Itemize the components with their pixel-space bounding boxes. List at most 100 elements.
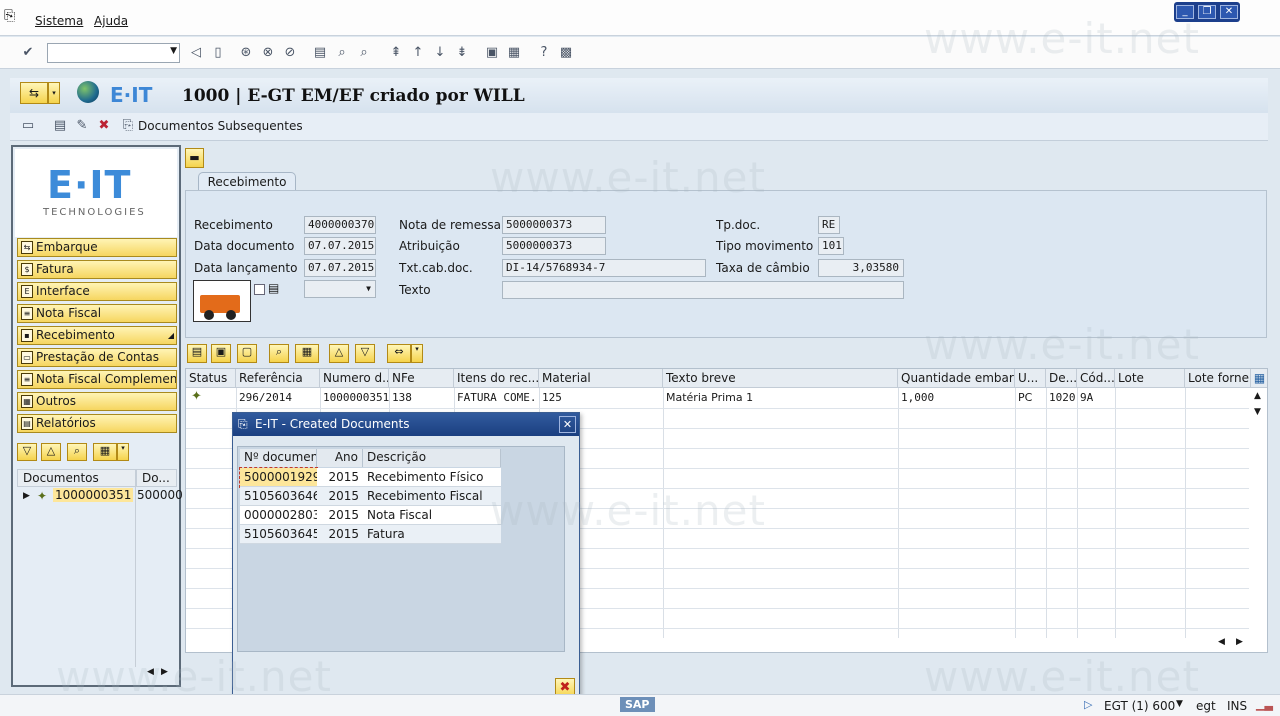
enter-icon[interactable]: ✔ xyxy=(20,45,36,61)
last-page-icon[interactable]: ⇟ xyxy=(454,45,470,61)
chevron-down-icon[interactable]: ▼ xyxy=(170,46,177,56)
shortcut-icon[interactable]: ▦ xyxy=(506,45,522,61)
menu-toggle-button[interactable]: ⇆ xyxy=(20,82,48,104)
chevron-down-icon[interactable]: ▼ xyxy=(1176,699,1183,709)
change-icon[interactable]: ✎ xyxy=(74,118,90,134)
find-tree-button[interactable]: ⌕ xyxy=(67,443,87,461)
atribuicao-field[interactable]: 5000000373 xyxy=(502,237,606,255)
restore-icon[interactable]: ❐ xyxy=(1198,5,1216,19)
overview-icon[interactable]: ▭ xyxy=(20,118,36,134)
collapse-all-button[interactable]: △ xyxy=(41,443,61,461)
texto-field[interactable] xyxy=(502,281,904,299)
command-field[interactable]: ▼ xyxy=(47,43,180,63)
scroll-left-icon[interactable]: ◀ xyxy=(1218,637,1225,647)
minimize-icon[interactable]: _ xyxy=(1176,5,1194,19)
grid-header-deposito[interactable]: De... xyxy=(1046,369,1077,388)
subsequent-docs-button[interactable]: Documentos Subsequentes xyxy=(138,119,303,133)
tree-header-documentos[interactable]: Documentos xyxy=(17,469,136,487)
table-cell-numero[interactable]: 5105603645 xyxy=(240,525,317,544)
nav-interface[interactable]: E Interface xyxy=(17,282,177,301)
cancel-icon[interactable]: ⊘ xyxy=(282,45,298,61)
printer-icon[interactable]: ▤ xyxy=(268,281,279,295)
scroll-down-icon[interactable]: ▼ xyxy=(1254,407,1261,417)
menu-ajuda[interactable]: Ajuda xyxy=(94,14,128,28)
txt-cab-field[interactable]: DI-14/5768934-7 xyxy=(502,259,706,277)
print-icon[interactable]: ▤ xyxy=(312,45,328,61)
grid-header-texto-breve[interactable]: Texto breve xyxy=(663,369,898,388)
column-width-icon[interactable]: ⇔ xyxy=(387,344,411,363)
table-cell-numero[interactable]: 0000002803 xyxy=(240,506,317,525)
tab-recebimento[interactable]: Recebimento xyxy=(198,172,296,192)
help-icon[interactable]: ? xyxy=(536,45,552,61)
prev-page-icon[interactable]: ↑ xyxy=(410,45,426,61)
find-icon[interactable]: ⌕ xyxy=(334,45,350,61)
table-cell-numero[interactable]: 5000001929 xyxy=(239,467,318,488)
status-expand-icon[interactable]: ▷ xyxy=(1084,698,1092,711)
scroll-right-icon[interactable]: ▶ xyxy=(1236,637,1243,647)
nav-nota-fiscal[interactable]: ≡ Nota Fiscal xyxy=(17,304,177,323)
menu-sistema[interactable]: Sistema xyxy=(35,14,83,28)
column-config-icon[interactable]: ▦ xyxy=(1251,369,1267,388)
display-icon[interactable]: ▤ xyxy=(52,118,68,134)
filter-icon[interactable]: ▽ xyxy=(355,344,375,363)
sum-icon[interactable]: ▦ xyxy=(295,344,319,363)
system-info[interactable]: EGT (1) 600 xyxy=(1104,699,1175,713)
grid-header-numero[interactable]: Numero d... xyxy=(320,369,389,388)
tree-expand-icon[interactable]: ▶ xyxy=(23,491,30,501)
recebimento-field[interactable]: 4000000370 xyxy=(304,216,376,234)
tp-doc-field[interactable]: RE xyxy=(818,216,840,234)
exit-icon[interactable]: ⊗ xyxy=(260,45,276,61)
tree-header-do[interactable]: Do... xyxy=(136,469,177,487)
layout-icon[interactable]: ▩ xyxy=(558,45,574,61)
grid-header-quantidade[interactable]: Quantidade embarc... xyxy=(898,369,1015,388)
select-all-icon[interactable]: ▣ xyxy=(211,344,231,363)
back-icon[interactable]: ⊛ xyxy=(238,45,254,61)
grid-header-nfe[interactable]: NFe xyxy=(389,369,454,388)
grid-header-referencia[interactable]: Referência xyxy=(236,369,320,388)
tree-doc-number[interactable]: 1000000351 xyxy=(53,488,134,502)
grid-header-lote[interactable]: Lote xyxy=(1115,369,1185,388)
find-next-icon[interactable]: ⌕ xyxy=(356,45,372,61)
tree-scroll-right-icon[interactable]: ▶ xyxy=(161,667,168,677)
nav-recebimento[interactable]: ▪ Recebimento ◢ xyxy=(17,326,177,345)
table-header-numero[interactable]: Nº documen xyxy=(240,449,317,467)
details-icon[interactable]: ▤ xyxy=(187,344,207,363)
table-header-ano[interactable]: Ano xyxy=(317,449,363,467)
nav-embarque[interactable]: ⇆ Embarque xyxy=(17,238,177,257)
chevron-down-icon[interactable]: ◢ xyxy=(168,327,174,344)
expand-all-button[interactable]: ▽ xyxy=(17,443,37,461)
save-icon[interactable]: ▯ xyxy=(210,45,226,61)
tree-scroll-left-icon[interactable]: ◀ xyxy=(147,667,154,677)
table-header-descricao[interactable]: Descrição xyxy=(363,449,501,467)
nav-fatura[interactable]: $ Fatura xyxy=(17,260,177,279)
grid-header-unidade[interactable]: U... xyxy=(1015,369,1046,388)
header-toggle-button[interactable]: ▬ xyxy=(185,148,204,168)
grid-header-itens[interactable]: Itens do rec... xyxy=(454,369,539,388)
sort-icon[interactable]: △ xyxy=(329,344,349,363)
table-cell-numero[interactable]: 5105603646 xyxy=(240,487,317,506)
nav-relatorios[interactable]: ▤ Relatórios xyxy=(17,414,177,433)
nota-remessa-field[interactable]: 5000000373 xyxy=(502,216,606,234)
first-page-icon[interactable]: ⇞ xyxy=(388,45,404,61)
column-width-dropdown[interactable]: ▾ xyxy=(411,344,423,363)
tipo-mov-field[interactable]: 101 xyxy=(818,237,844,255)
find-grid-icon[interactable]: ⌕ xyxy=(269,344,289,363)
sap-menu-icon[interactable]: ⎘ xyxy=(4,8,15,24)
subsequent-docs-icon[interactable]: ⎘ xyxy=(120,118,136,134)
grid-header-material[interactable]: Material xyxy=(539,369,663,388)
data-lancamento-field[interactable]: 07.07.2015 xyxy=(304,259,376,277)
delete-icon[interactable]: ✖ xyxy=(96,118,112,134)
new-session-icon[interactable]: ▣ xyxy=(484,45,500,61)
back-arrow-icon[interactable]: ◁ xyxy=(188,45,204,61)
dropdown-button[interactable]: ▾ xyxy=(48,82,60,104)
grid-header-status[interactable]: Status xyxy=(186,369,236,388)
grid-header-codigo[interactable]: Cód... xyxy=(1077,369,1115,388)
next-page-icon[interactable]: ↓ xyxy=(432,45,448,61)
layout-tree-button[interactable]: ▦ xyxy=(93,443,117,461)
scroll-up-icon[interactable]: ▲ xyxy=(1254,391,1261,401)
close-icon[interactable]: ✕ xyxy=(1220,5,1238,19)
nav-prestacao-contas[interactable]: ▭ Prestação de Contas xyxy=(17,348,177,367)
taxa-field[interactable]: 3,03580 xyxy=(818,259,904,277)
layout-dropdown-button[interactable]: ▾ xyxy=(117,443,129,461)
nav-nota-fiscal-complementar[interactable]: ≡Nota Fiscal Complementar xyxy=(17,370,177,389)
